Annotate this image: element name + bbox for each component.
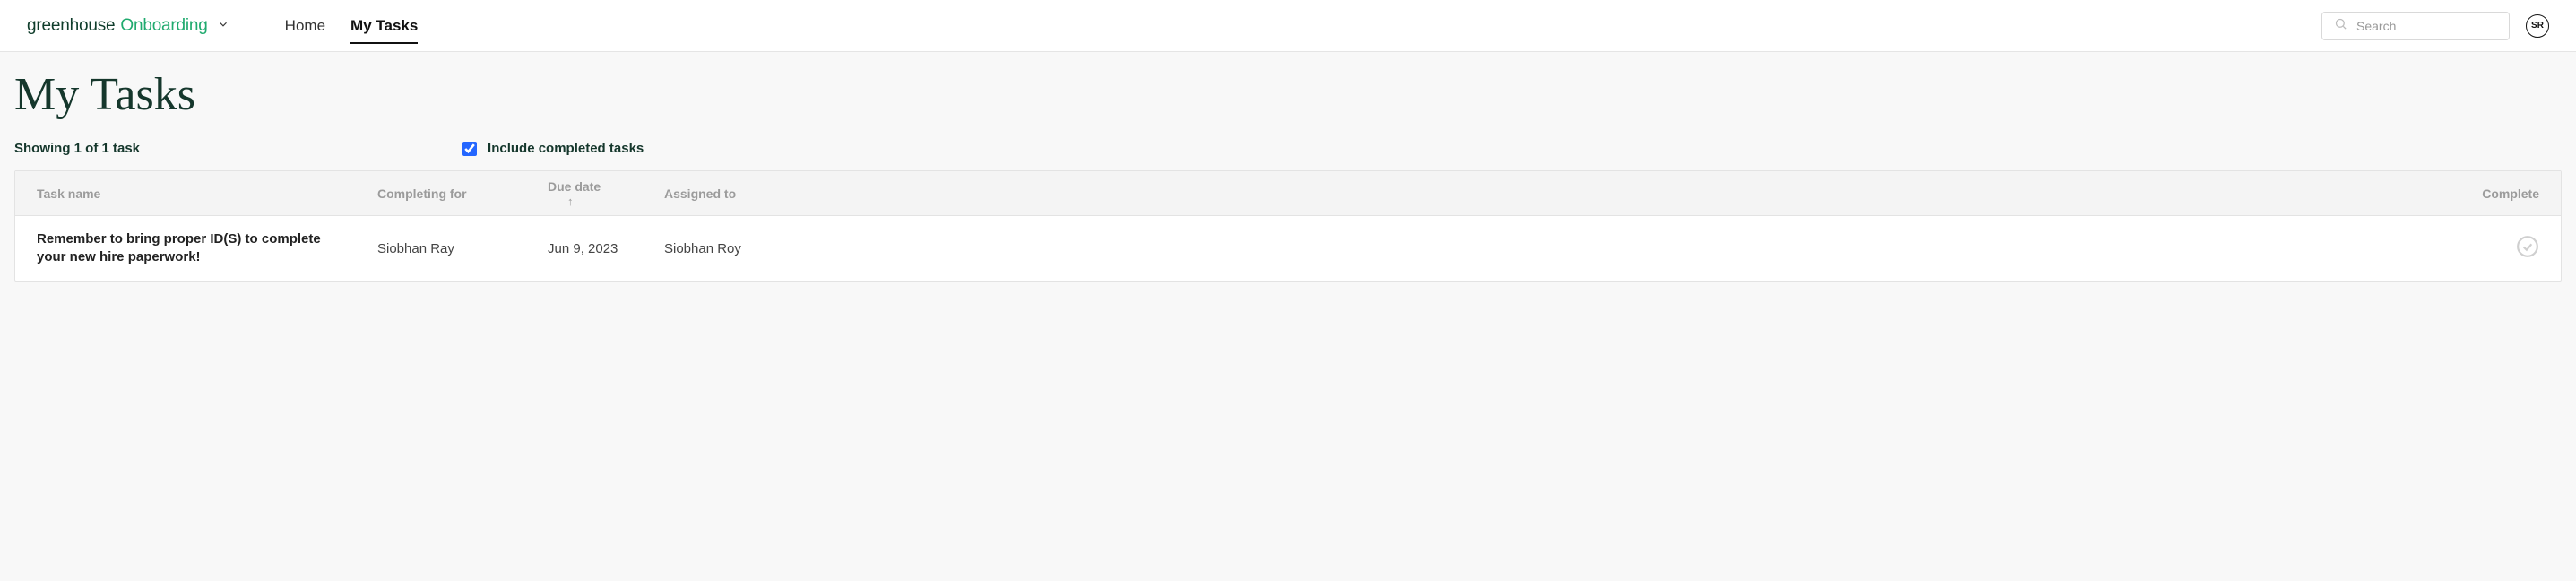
nav-my-tasks[interactable]: My Tasks (338, 0, 430, 51)
brand-switcher[interactable]: greenhouse Onboarding (27, 16, 229, 36)
table-row[interactable]: Remember to bring proper ID(S) to comple… (15, 216, 2561, 281)
top-header: greenhouse Onboarding Home My Tasks SR (0, 0, 2576, 52)
brand-greenhouse: greenhouse (27, 16, 115, 36)
header-right: SR (2321, 12, 2549, 40)
include-completed-label: Include completed tasks (488, 141, 644, 156)
cell-assigned-to: Siobhan Roy (643, 241, 2471, 256)
nav-home[interactable]: Home (272, 0, 338, 51)
primary-nav: Home My Tasks (272, 0, 431, 51)
table-header: Task name Completing for Due date ↑ Assi… (15, 171, 2561, 216)
search-wrap (2321, 12, 2510, 40)
cell-task-name: Remember to bring proper ID(S) to comple… (15, 218, 356, 280)
cell-completing-for: Siobhan Ray (356, 241, 526, 256)
brand-onboarding: Onboarding (120, 16, 207, 36)
col-task-name[interactable]: Task name (15, 186, 356, 201)
cell-complete (2471, 235, 2561, 262)
col-complete[interactable]: Complete (2460, 186, 2561, 201)
col-due-date[interactable]: Due date ↑ (526, 179, 643, 208)
page-body: My Tasks Showing 1 of 1 task Include com… (0, 52, 2576, 308)
complete-check-icon[interactable] (2516, 235, 2539, 258)
chevron-down-icon (217, 18, 229, 30)
sort-asc-icon: ↑ (567, 195, 574, 208)
tasks-table: Task name Completing for Due date ↑ Assi… (14, 170, 2562, 282)
include-completed-toggle[interactable]: Include completed tasks (462, 141, 644, 156)
col-assigned-to[interactable]: Assigned to (643, 186, 2460, 201)
filter-row: Showing 1 of 1 task Include completed ta… (14, 141, 2562, 156)
search-input[interactable] (2321, 12, 2510, 40)
page-title: My Tasks (14, 68, 2562, 121)
avatar[interactable]: SR (2526, 14, 2549, 38)
col-due-date-label: Due date (548, 179, 601, 194)
col-completing-for[interactable]: Completing for (356, 186, 526, 201)
include-completed-checkbox[interactable] (462, 142, 477, 156)
showing-count: Showing 1 of 1 task (14, 141, 140, 156)
cell-due-date: Jun 9, 2023 (526, 241, 643, 256)
